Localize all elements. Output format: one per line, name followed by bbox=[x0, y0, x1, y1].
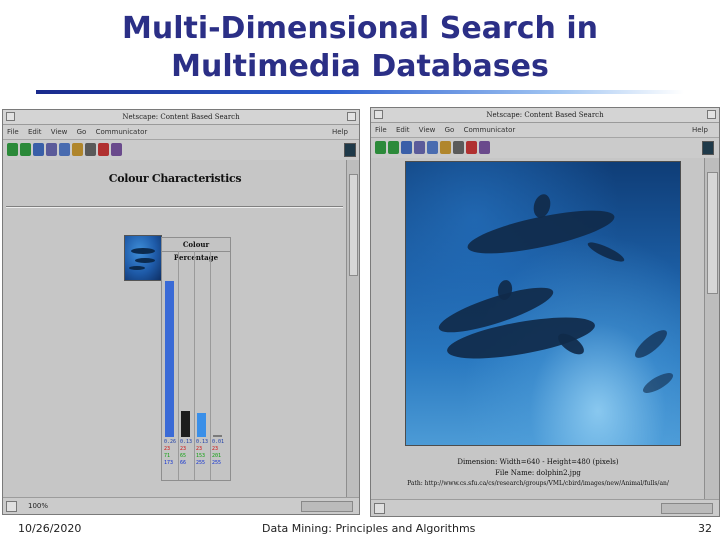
footer-course: Data Mining: Principles and Algorithms bbox=[262, 522, 476, 535]
column-4-r: 23 bbox=[212, 446, 219, 452]
menu-bar: File Edit View Go Communicator Help bbox=[371, 123, 719, 138]
colour-bar-3 bbox=[197, 413, 206, 437]
menu-view[interactable]: View bbox=[51, 128, 68, 136]
stop-icon[interactable] bbox=[479, 141, 490, 154]
toolbar bbox=[3, 140, 359, 161]
column-1-b: 173 bbox=[164, 460, 174, 466]
component-bar[interactable] bbox=[661, 503, 713, 514]
window-title-bar[interactable]: Netscape: Content Based Search bbox=[371, 108, 719, 123]
print-icon[interactable] bbox=[85, 143, 96, 156]
back-icon[interactable] bbox=[375, 141, 386, 154]
column-1-g: 71 bbox=[164, 453, 171, 459]
stop-icon[interactable] bbox=[111, 143, 122, 156]
netscape-logo-icon bbox=[702, 141, 714, 155]
query-image-thumbnail[interactable] bbox=[124, 235, 162, 281]
colour-column-4-values: 0.01 23 201 255 bbox=[212, 439, 224, 467]
menu-help[interactable]: Help bbox=[332, 125, 348, 139]
column-2-b: 66 bbox=[180, 460, 187, 466]
vertical-scrollbar[interactable] bbox=[346, 160, 359, 498]
column-3-r: 23 bbox=[196, 446, 203, 452]
search-icon[interactable] bbox=[427, 141, 438, 154]
column-2-r: 23 bbox=[180, 446, 187, 452]
status-text: 100% bbox=[28, 502, 49, 510]
footer-date: 10/26/2020 bbox=[18, 522, 82, 535]
column-4-pct: 0.01 bbox=[212, 439, 225, 445]
colour-bar-1 bbox=[165, 281, 174, 437]
home-icon[interactable] bbox=[414, 141, 425, 154]
colour-column-1-values: 0.26 23 71 173 bbox=[164, 439, 176, 467]
forward-icon[interactable] bbox=[388, 141, 399, 154]
guide-icon[interactable] bbox=[72, 143, 83, 156]
home-icon[interactable] bbox=[46, 143, 57, 156]
window-menu-button[interactable] bbox=[6, 112, 15, 121]
guide-icon[interactable] bbox=[440, 141, 451, 154]
print-icon[interactable] bbox=[453, 141, 464, 154]
column-3-b: 255 bbox=[196, 460, 206, 466]
window-menu-button[interactable] bbox=[374, 110, 383, 119]
slide-title: Multi-Dimensional Search in Multimedia D… bbox=[0, 10, 720, 86]
column-1-r: 23 bbox=[164, 446, 171, 452]
menu-file[interactable]: File bbox=[7, 128, 19, 136]
vertical-scrollbar[interactable] bbox=[704, 158, 719, 500]
column-1-pct: 0.26 bbox=[164, 439, 177, 445]
page-heading: Colour Characteristics bbox=[108, 172, 242, 185]
column-3-pct: 0.13 bbox=[196, 439, 209, 445]
scrollbar-thumb[interactable] bbox=[707, 172, 718, 294]
colour-percentage-chart: Colour Percentage 0.26 23 71 173 0.13 23… bbox=[161, 237, 231, 481]
reload-icon[interactable] bbox=[33, 143, 44, 156]
window-title: Netscape: Content Based Search bbox=[486, 111, 604, 119]
column-2-pct: 0.13 bbox=[180, 439, 193, 445]
column-3-g: 153 bbox=[196, 453, 206, 459]
menu-help[interactable]: Help bbox=[692, 123, 708, 137]
menu-edit[interactable]: Edit bbox=[396, 126, 410, 134]
colour-bar-2 bbox=[181, 411, 190, 437]
colour-column-2-values: 0.13 23 65 66 bbox=[180, 439, 192, 467]
slide-title-line-1: Multi-Dimensional Search in bbox=[121, 11, 598, 46]
menu-edit[interactable]: Edit bbox=[28, 128, 42, 136]
page-content: Colour Characteristics Colour Percentage… bbox=[3, 160, 347, 498]
column-2-g: 65 bbox=[180, 453, 187, 459]
image-filename-caption: File Name: dolphin2.jpg bbox=[495, 469, 581, 477]
menu-communicator[interactable]: Communicator bbox=[464, 126, 516, 134]
toolbar bbox=[371, 138, 719, 159]
slide-title-line-2: Multimedia Databases bbox=[171, 49, 549, 84]
security-icon[interactable] bbox=[466, 141, 477, 154]
scrollbar-thumb[interactable] bbox=[349, 174, 358, 276]
menu-bar: File Edit View Go Communicator Help bbox=[3, 125, 359, 140]
column-4-g: 201 bbox=[212, 453, 222, 459]
status-bar bbox=[371, 499, 719, 516]
chart-title: Colour Percentage bbox=[162, 238, 230, 262]
reload-icon[interactable] bbox=[401, 141, 412, 154]
dolphin-photo[interactable] bbox=[405, 161, 681, 446]
security-icon[interactable] bbox=[98, 143, 109, 156]
component-bar[interactable] bbox=[301, 501, 353, 512]
window-title: Netscape: Content Based Search bbox=[122, 113, 240, 121]
footer-page-number: 32 bbox=[698, 522, 712, 535]
menu-go[interactable]: Go bbox=[77, 128, 87, 136]
image-dimension-caption: Dimension: Width=640 - Height=480 (pixel… bbox=[457, 458, 619, 466]
security-lock-icon[interactable] bbox=[374, 503, 385, 514]
image-path-caption: Path: http://www.cs.sfu.ca/cs/research/g… bbox=[407, 480, 669, 487]
menu-communicator[interactable]: Communicator bbox=[96, 128, 148, 136]
search-icon[interactable] bbox=[59, 143, 70, 156]
menu-view[interactable]: View bbox=[419, 126, 436, 134]
menu-go[interactable]: Go bbox=[445, 126, 455, 134]
back-icon[interactable] bbox=[7, 143, 18, 156]
window-title-bar[interactable]: Netscape: Content Based Search bbox=[3, 110, 359, 125]
page-content: Dimension: Width=640 - Height=480 (pixel… bbox=[371, 158, 705, 500]
color-characteristics-window: Netscape: Content Based Search File Edit… bbox=[2, 109, 360, 515]
window-maximize-button[interactable] bbox=[707, 110, 716, 119]
title-rule bbox=[36, 90, 684, 94]
colour-bar-4 bbox=[213, 435, 222, 437]
colour-column-3-values: 0.13 23 153 255 bbox=[196, 439, 208, 467]
status-bar: 100% bbox=[3, 497, 359, 514]
forward-icon[interactable] bbox=[20, 143, 31, 156]
heading-divider bbox=[6, 206, 343, 208]
menu-file[interactable]: File bbox=[375, 126, 387, 134]
window-maximize-button[interactable] bbox=[347, 112, 356, 121]
security-lock-icon[interactable] bbox=[6, 501, 17, 512]
column-4-b: 255 bbox=[212, 460, 222, 466]
netscape-logo-icon bbox=[344, 143, 356, 157]
image-view-window: Netscape: Content Based Search File Edit… bbox=[370, 107, 720, 517]
